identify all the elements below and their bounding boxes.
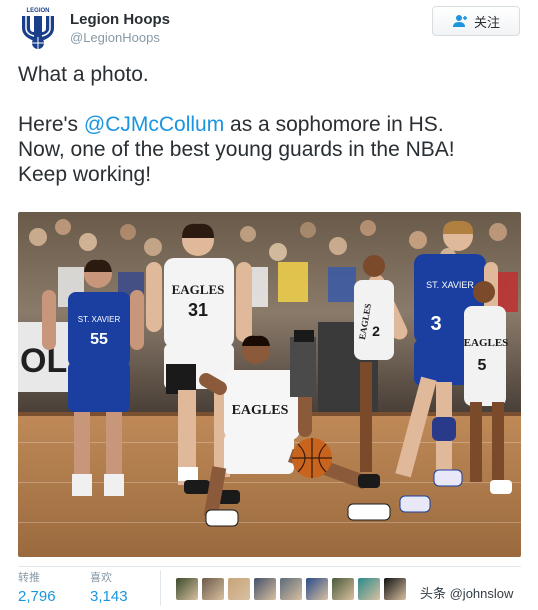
bg-a-jersey-number: 2 (372, 323, 380, 339)
basketball-game-photo: OL ST. XAVIER 55 EAGLES 31 EAGLES ST. XA… (18, 212, 521, 557)
left-jersey-text: ST. XAVIER (78, 315, 121, 324)
add-user-icon (452, 15, 467, 27)
liker-1-avatar[interactable] (176, 578, 198, 600)
tweet-line-1: What a photo. (18, 63, 149, 86)
tweet-line-2-prefix: Here's (18, 113, 84, 136)
tweet-line-2-suffix: as a sophomore in HS. (224, 113, 444, 136)
center-jersey-number: 31 (188, 300, 208, 320)
liker-avatars (176, 578, 406, 600)
bg-b-jersey-text: EAGLES (464, 337, 509, 349)
likes-label: 喜欢 (90, 572, 112, 584)
watermark: 头条 @johnslow (420, 586, 514, 601)
tweet-header: LEGION Legion Hoops @LegionHoops 关注 (0, 0, 538, 60)
liker-4-avatar[interactable] (254, 578, 276, 600)
svg-text:OL: OL (20, 342, 67, 380)
mention-link[interactable]: @CJMcCollum (84, 113, 224, 136)
liker-2-avatar[interactable] (202, 578, 224, 600)
dribbler-jersey-text: EAGLES (232, 403, 289, 418)
like-stat[interactable]: 喜欢 3,143 (90, 572, 128, 607)
follow-button-label: 关注 (473, 14, 500, 30)
bg-b-jersey-number: 5 (478, 357, 487, 374)
retweets-label: 转推 (18, 572, 40, 584)
liker-7-avatar[interactable] (332, 578, 354, 600)
center-jersey-text: EAGLES (172, 282, 225, 297)
liker-3-avatar[interactable] (228, 578, 250, 600)
likes-count[interactable]: 3,143 (90, 587, 128, 607)
tweet-text: What a photo. Here's @CJMcCollum as a so… (18, 62, 523, 187)
account-handle[interactable]: @LegionHoops (70, 30, 160, 45)
right-jersey-text: ST. XAVIER (426, 280, 474, 290)
liker-9-avatar[interactable] (384, 578, 406, 600)
tweet-line-4: Keep working! (18, 163, 152, 186)
account-name[interactable]: Legion Hoops (70, 11, 170, 28)
liker-8-avatar[interactable] (358, 578, 380, 600)
liker-6-avatar[interactable] (306, 578, 328, 600)
retweets-count[interactable]: 2,796 (18, 587, 56, 607)
logo-text: LEGION (26, 8, 49, 14)
tweet-line-3: Now, one of the best young guards in the… (18, 138, 455, 161)
follow-button[interactable]: 关注 (432, 6, 520, 36)
tweet-photo[interactable]: OL ST. XAVIER 55 EAGLES 31 EAGLES ST. XA… (18, 212, 521, 557)
tweet-line-2: Here's @CJMcCollum as a sophomore in HS. (18, 112, 523, 137)
stats-divider (18, 566, 521, 567)
left-jersey-number: 55 (90, 331, 108, 348)
retweet-stat[interactable]: 转推 2,796 (18, 572, 56, 607)
stats-separator (160, 570, 161, 606)
liker-5-avatar[interactable] (280, 578, 302, 600)
account-avatar[interactable]: LEGION (14, 4, 62, 50)
right-jersey-number: 3 (430, 313, 441, 335)
legion-hoops-logo-icon: LEGION (22, 8, 54, 49)
